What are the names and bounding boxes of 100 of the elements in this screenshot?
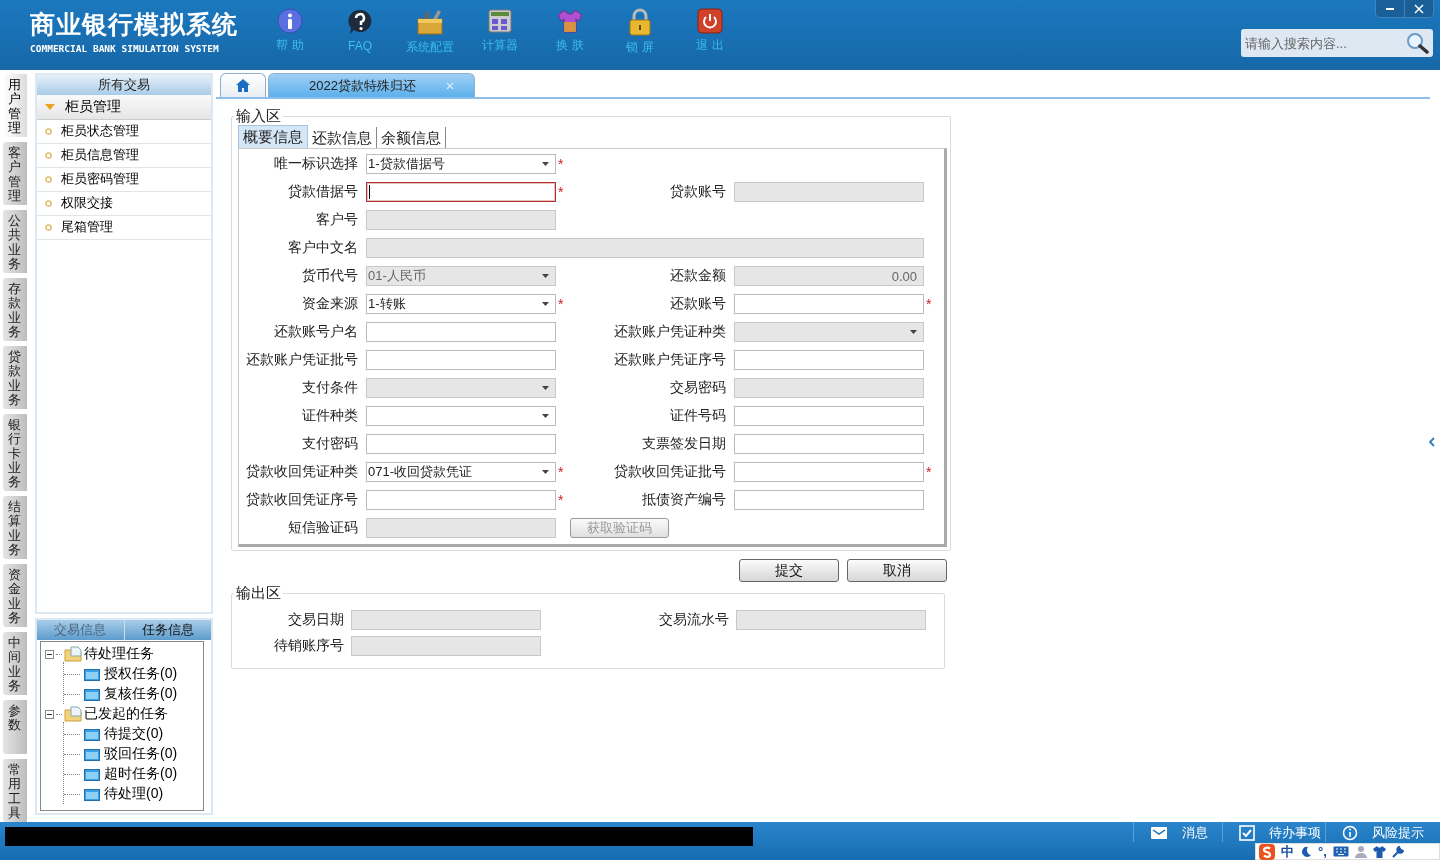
bullet-icon bbox=[45, 224, 52, 231]
field-label: 贷款收回凭证批号 bbox=[613, 463, 727, 481]
form-tab[interactable]: 概要信息 bbox=[238, 125, 308, 148]
input-field[interactable] bbox=[734, 294, 924, 314]
module-tab[interactable]: 常用工具 bbox=[3, 759, 27, 823]
wrench-icon[interactable] bbox=[1391, 845, 1404, 858]
lock-icon bbox=[628, 8, 652, 36]
bullet-icon bbox=[45, 200, 52, 207]
input-field[interactable] bbox=[734, 490, 924, 510]
tree-node[interactable]: 驳回任务(0) bbox=[104, 745, 178, 763]
required-mark: * bbox=[557, 492, 565, 508]
select-field[interactable] bbox=[366, 406, 556, 426]
status-button[interactable]: 消息 bbox=[1133, 822, 1222, 842]
tree-toggle-icon[interactable] bbox=[45, 709, 54, 719]
required-mark: * bbox=[557, 464, 565, 480]
module-tab[interactable]: 参数 bbox=[3, 700, 27, 755]
panel-tab[interactable]: 任务信息 bbox=[123, 620, 211, 640]
app-subtitle: COMMERCIAL BANK SIMULATION SYSTEM bbox=[30, 43, 220, 54]
module-tab[interactable]: 结算业务 bbox=[3, 495, 27, 559]
ime-mode-toggle[interactable]: 中 bbox=[1281, 844, 1294, 859]
select-field[interactable]: 1-贷款借据号 bbox=[366, 154, 556, 174]
module-tab[interactable]: 客户管理 bbox=[3, 142, 27, 206]
module-tab[interactable]: 贷款业务 bbox=[3, 346, 27, 410]
field-label: 交易流水号 bbox=[658, 611, 730, 629]
input-field[interactable] bbox=[734, 462, 924, 482]
ime-logo-icon[interactable] bbox=[1259, 843, 1275, 860]
collapse-handle-icon[interactable] bbox=[1429, 437, 1435, 447]
nav-item[interactable]: 柜员状态管理 bbox=[37, 120, 211, 144]
nav-item[interactable]: 权限交接 bbox=[37, 192, 211, 216]
field-label: 还款账户凭证批号 bbox=[245, 351, 359, 369]
folder-icon bbox=[64, 706, 82, 722]
input-field[interactable] bbox=[366, 490, 556, 510]
page-tab[interactable] bbox=[220, 73, 266, 97]
form-tab[interactable]: 还款信息 bbox=[308, 127, 377, 148]
input-field[interactable] bbox=[734, 434, 924, 454]
field-label: 支票签发日期 bbox=[641, 435, 727, 453]
bullet-icon bbox=[45, 128, 52, 135]
field-label: 还款账号户名 bbox=[273, 323, 359, 341]
tree-node[interactable]: 超时任务(0) bbox=[104, 765, 178, 783]
dropdown-arrow-icon[interactable] bbox=[542, 162, 549, 166]
shirt-icon[interactable] bbox=[1372, 845, 1386, 858]
field-label: 客户号 bbox=[315, 211, 359, 229]
input-field[interactable] bbox=[366, 350, 556, 370]
tree-toggle-icon[interactable] bbox=[45, 649, 54, 659]
required-mark: * bbox=[925, 296, 933, 312]
search-icon[interactable] bbox=[1406, 32, 1430, 54]
module-tab[interactable]: 资金业务 bbox=[3, 563, 27, 627]
field-label: 货币代号 bbox=[301, 267, 359, 285]
info-icon bbox=[1342, 825, 1358, 841]
search-field[interactable]: 请输入搜索内容... bbox=[1241, 29, 1433, 57]
dropdown-arrow-icon[interactable] bbox=[542, 302, 549, 306]
moon-icon[interactable] bbox=[1300, 845, 1312, 858]
person-icon[interactable] bbox=[1354, 845, 1367, 858]
punctuation-toggle[interactable]: °, bbox=[1318, 844, 1327, 859]
form-tab[interactable]: 余额信息 bbox=[377, 127, 446, 148]
module-tab[interactable]: 中间业务 bbox=[3, 632, 27, 696]
nav-group[interactable]: 柜员管理 bbox=[37, 95, 211, 120]
tree-node[interactable]: 授权任务(0) bbox=[104, 665, 178, 683]
field-label: 支付密码 bbox=[301, 435, 359, 453]
module-tab[interactable]: 存款业务 bbox=[3, 278, 27, 342]
nav-item[interactable]: 尾箱管理 bbox=[37, 216, 211, 240]
tree-node[interactable]: 待处理(0) bbox=[104, 785, 164, 803]
dropdown-arrow-icon[interactable] bbox=[542, 414, 549, 418]
caret-icon bbox=[45, 103, 55, 111]
folder-icon bbox=[84, 767, 100, 781]
keyboard-icon[interactable] bbox=[1332, 846, 1349, 857]
required-mark: * bbox=[925, 464, 933, 480]
nav-item[interactable]: 柜员信息管理 bbox=[37, 144, 211, 168]
select-field[interactable]: 071-收回贷款凭证 bbox=[366, 462, 556, 482]
action-button[interactable]: 提交 bbox=[739, 559, 839, 582]
tree-node[interactable]: 待处理任务 bbox=[84, 645, 154, 663]
module-tab[interactable]: 公共业务 bbox=[3, 210, 27, 274]
folder-icon bbox=[84, 787, 100, 801]
module-tab[interactable]: 银行卡业务 bbox=[3, 414, 27, 491]
field-label: 证件种类 bbox=[301, 407, 359, 425]
section-legend: 输出区 bbox=[234, 584, 283, 603]
field-label: 贷款收回凭证序号 bbox=[245, 491, 359, 509]
tree-node[interactable]: 待提交(0) bbox=[104, 725, 164, 743]
status-button[interactable]: 风险提示 bbox=[1325, 822, 1440, 842]
module-tab[interactable]: 用户管理 bbox=[3, 74, 27, 138]
folder-icon bbox=[84, 667, 100, 681]
dropdown-arrow-icon[interactable] bbox=[542, 470, 549, 474]
folder-icon bbox=[84, 747, 100, 761]
field-label: 支付条件 bbox=[301, 379, 359, 397]
select-field[interactable]: 1-转账 bbox=[366, 294, 556, 314]
input-field[interactable] bbox=[734, 406, 924, 426]
field-label: 抵债资产编号 bbox=[641, 491, 727, 509]
input-field[interactable] bbox=[734, 350, 924, 370]
input-field[interactable] bbox=[366, 434, 556, 454]
nav-item[interactable]: 柜员密码管理 bbox=[37, 168, 211, 192]
input-field[interactable] bbox=[366, 182, 556, 202]
folder-icon bbox=[84, 687, 100, 701]
page-tab[interactable]: 2022贷款特殊归还 bbox=[268, 73, 475, 97]
tree-node[interactable]: 复核任务(0) bbox=[104, 685, 178, 703]
required-mark: * bbox=[557, 296, 565, 312]
field-label: 证件号码 bbox=[669, 407, 727, 425]
input-field[interactable] bbox=[366, 322, 556, 342]
action-button[interactable]: 取消 bbox=[847, 559, 947, 582]
status-button[interactable]: 待办事项 bbox=[1222, 822, 1325, 842]
tree-node[interactable]: 已发起的任务 bbox=[84, 705, 168, 723]
